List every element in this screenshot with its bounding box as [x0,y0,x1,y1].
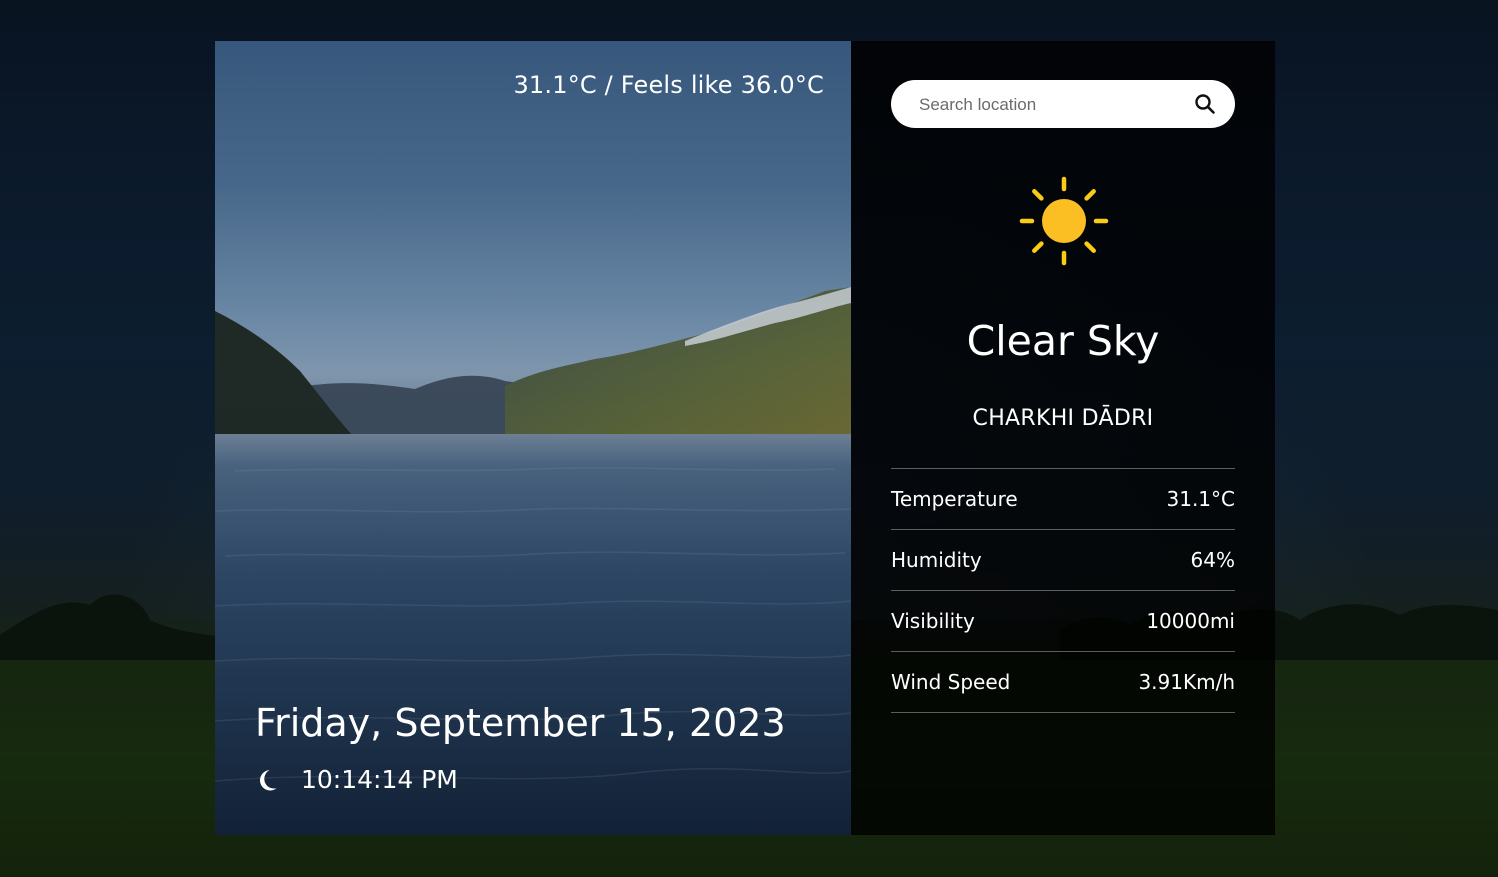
location-name: CHARKHI DĀDRI [972,406,1154,431]
search-input[interactable] [917,80,1181,130]
stat-row-wind-speed: Wind Speed 3.91Km/h [891,652,1235,713]
stat-value: 64% [1190,548,1235,572]
stat-row-visibility: Visibility 10000mi [891,591,1235,652]
stat-row-temperature: Temperature 31.1°C [891,469,1235,530]
moon-icon [260,769,277,790]
current-date: Friday, September 15, 2023 [255,701,786,745]
weather-details-panel: Clear Sky CHARKHI DĀDRI Temperature 31.1… [851,41,1275,835]
weather-condition: Clear Sky [966,317,1160,365]
stat-label: Wind Speed [891,670,1011,694]
scenery-panel: 31.1°C / Feels like 36.0°C Friday, Septe… [215,41,851,835]
current-time: 10:14:14 PM [301,765,458,794]
stat-row-humidity: Humidity 64% [891,530,1235,591]
stat-value: 3.91Km/h [1138,670,1235,694]
stat-label: Visibility [891,609,975,633]
weather-stats: Temperature 31.1°C Humidity 64% Visibili… [891,468,1235,713]
stat-value: 31.1°C [1166,487,1236,511]
stat-label: Temperature [891,487,1018,511]
time-row: 10:14:14 PM [255,765,458,794]
temperature-feels-like: 31.1°C / Feels like 36.0°C [513,71,824,99]
stat-value: 10000mi [1146,609,1235,633]
sun-icon [1019,176,1109,266]
search-bar [891,80,1235,130]
search-icon[interactable] [1193,92,1217,116]
stat-label: Humidity [891,548,982,572]
